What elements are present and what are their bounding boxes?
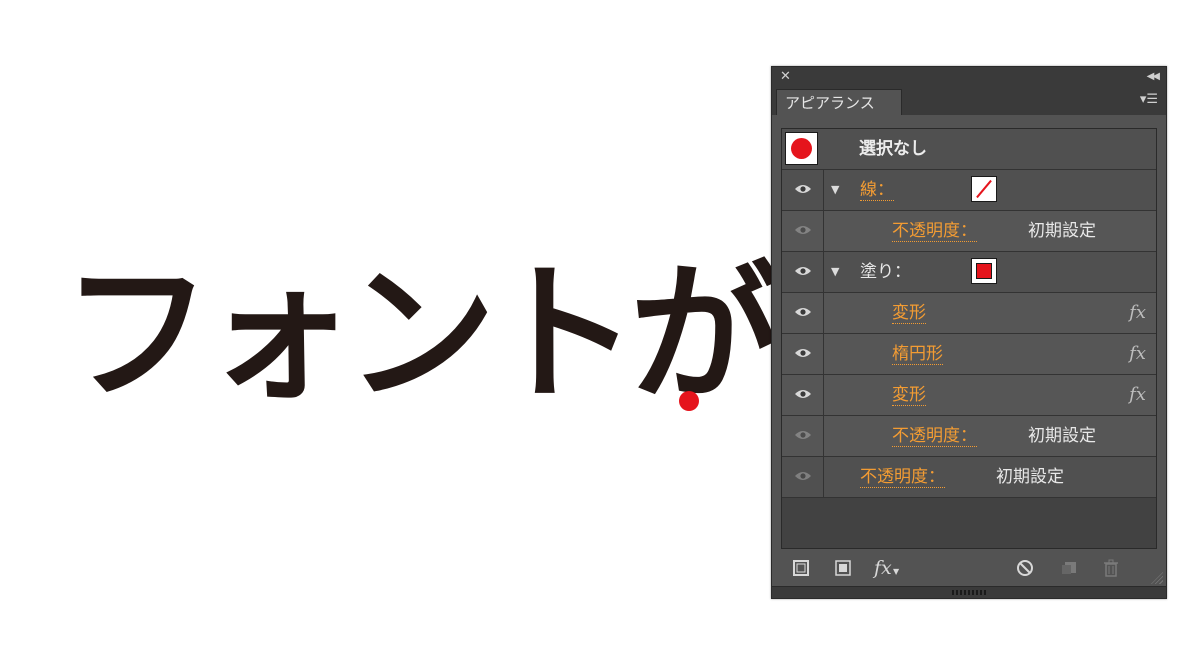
opacity-label[interactable]: 不透明度：	[860, 467, 945, 488]
panel-titlebar: ✕ ◀◀	[772, 67, 1166, 87]
clear-appearance-icon[interactable]	[1016, 559, 1034, 577]
effect-label[interactable]: 変形	[892, 385, 926, 406]
fill-label: 塗り：	[860, 262, 911, 282]
opacity-value: 初期設定	[996, 467, 1064, 487]
canvas-headline: フォントが	[62, 248, 780, 422]
eye-icon[interactable]	[795, 389, 811, 399]
effect-dropdown-arrow-icon[interactable]: ▼	[893, 567, 899, 576]
duplicate-item-icon[interactable]	[1060, 559, 1078, 577]
header-row: 選択なし	[782, 129, 1156, 170]
close-icon[interactable]: ✕	[780, 69, 791, 85]
eye-icon[interactable]	[795, 348, 811, 358]
panel-tabbar: アピアランス ▾☰	[772, 87, 1166, 115]
list-item-object-opacity[interactable]: 不透明度： 初期設定	[782, 457, 1156, 498]
opacity-label[interactable]: 不透明度：	[892, 426, 977, 447]
eye-icon[interactable]	[795, 307, 811, 317]
red-dot	[679, 391, 699, 411]
thumbnail-dot	[791, 138, 812, 159]
fill-swatch-color	[976, 263, 992, 279]
effect-label[interactable]: 楕円形	[892, 344, 943, 365]
stroke-label[interactable]: 線：	[860, 180, 894, 201]
eye-icon[interactable]	[795, 471, 811, 481]
stroke-swatch[interactable]	[971, 176, 997, 202]
fx-icon[interactable]: fx	[1129, 384, 1146, 405]
opacity-label[interactable]: 不透明度：	[892, 221, 977, 242]
effect-label[interactable]: 変形	[892, 303, 926, 324]
fill-swatch[interactable]	[971, 258, 997, 284]
visibility-toggle[interactable]	[782, 457, 824, 497]
list-item-effect-ellipse[interactable]: 楕円形 fx	[782, 334, 1156, 375]
add-new-effect-icon[interactable]: fx	[874, 557, 892, 579]
list-item-effect-transform[interactable]: 変形 fx	[782, 293, 1156, 334]
panel-menu-icon[interactable]: ▾☰	[1140, 92, 1158, 107]
disclosure-triangle-icon[interactable]: ▼	[831, 265, 839, 278]
list-item-stroke[interactable]: ▼ 線：	[782, 170, 1156, 211]
list-item-fill-opacity[interactable]: 不透明度： 初期設定	[782, 416, 1156, 457]
list-item-fill[interactable]: ▼ 塗り：	[782, 252, 1156, 293]
eye-icon[interactable]	[795, 266, 811, 276]
fx-icon[interactable]: fx	[1129, 343, 1146, 364]
selection-label: 選択なし	[859, 139, 927, 159]
list-item-stroke-opacity[interactable]: 不透明度： 初期設定	[782, 211, 1156, 252]
tab-appearance[interactable]: アピアランス	[776, 89, 902, 115]
list-item-effect-transform[interactable]: 変形 fx	[782, 375, 1156, 416]
opacity-value: 初期設定	[1028, 426, 1096, 446]
visibility-toggle[interactable]	[782, 416, 824, 456]
object-thumbnail	[785, 132, 818, 165]
visibility-toggle[interactable]	[782, 211, 824, 251]
opacity-value: 初期設定	[1028, 221, 1096, 241]
appearance-list: 選択なし ▼ 線： 不透明度： 初期設定 ▼ 塗り： 変形 fx 楕円形 fx …	[781, 128, 1157, 549]
fx-icon[interactable]: fx	[1129, 302, 1146, 323]
visibility-toggle[interactable]	[782, 252, 824, 292]
add-new-fill-icon[interactable]	[834, 559, 852, 577]
add-new-stroke-icon[interactable]	[792, 559, 810, 577]
visibility-toggle[interactable]	[782, 375, 824, 415]
appearance-panel: ✕ ◀◀ アピアランス ▾☰ 選択なし ▼ 線： 不透明度： 初期設定 ▼ 塗り…	[771, 66, 1167, 599]
visibility-toggle[interactable]	[782, 293, 824, 333]
eye-icon[interactable]	[795, 430, 811, 440]
eye-icon[interactable]	[795, 184, 811, 194]
panel-grip[interactable]	[772, 586, 1166, 598]
double-chevron-left-icon[interactable]: ◀◀	[1147, 69, 1160, 85]
trash-icon[interactable]	[1102, 559, 1120, 577]
disclosure-triangle-icon[interactable]: ▼	[831, 183, 839, 196]
eye-icon[interactable]	[795, 225, 811, 235]
visibility-toggle[interactable]	[782, 334, 824, 374]
panel-bottom-bar: fx ▼	[772, 553, 1166, 585]
grip-lines	[952, 590, 986, 595]
visibility-toggle[interactable]	[782, 170, 824, 210]
